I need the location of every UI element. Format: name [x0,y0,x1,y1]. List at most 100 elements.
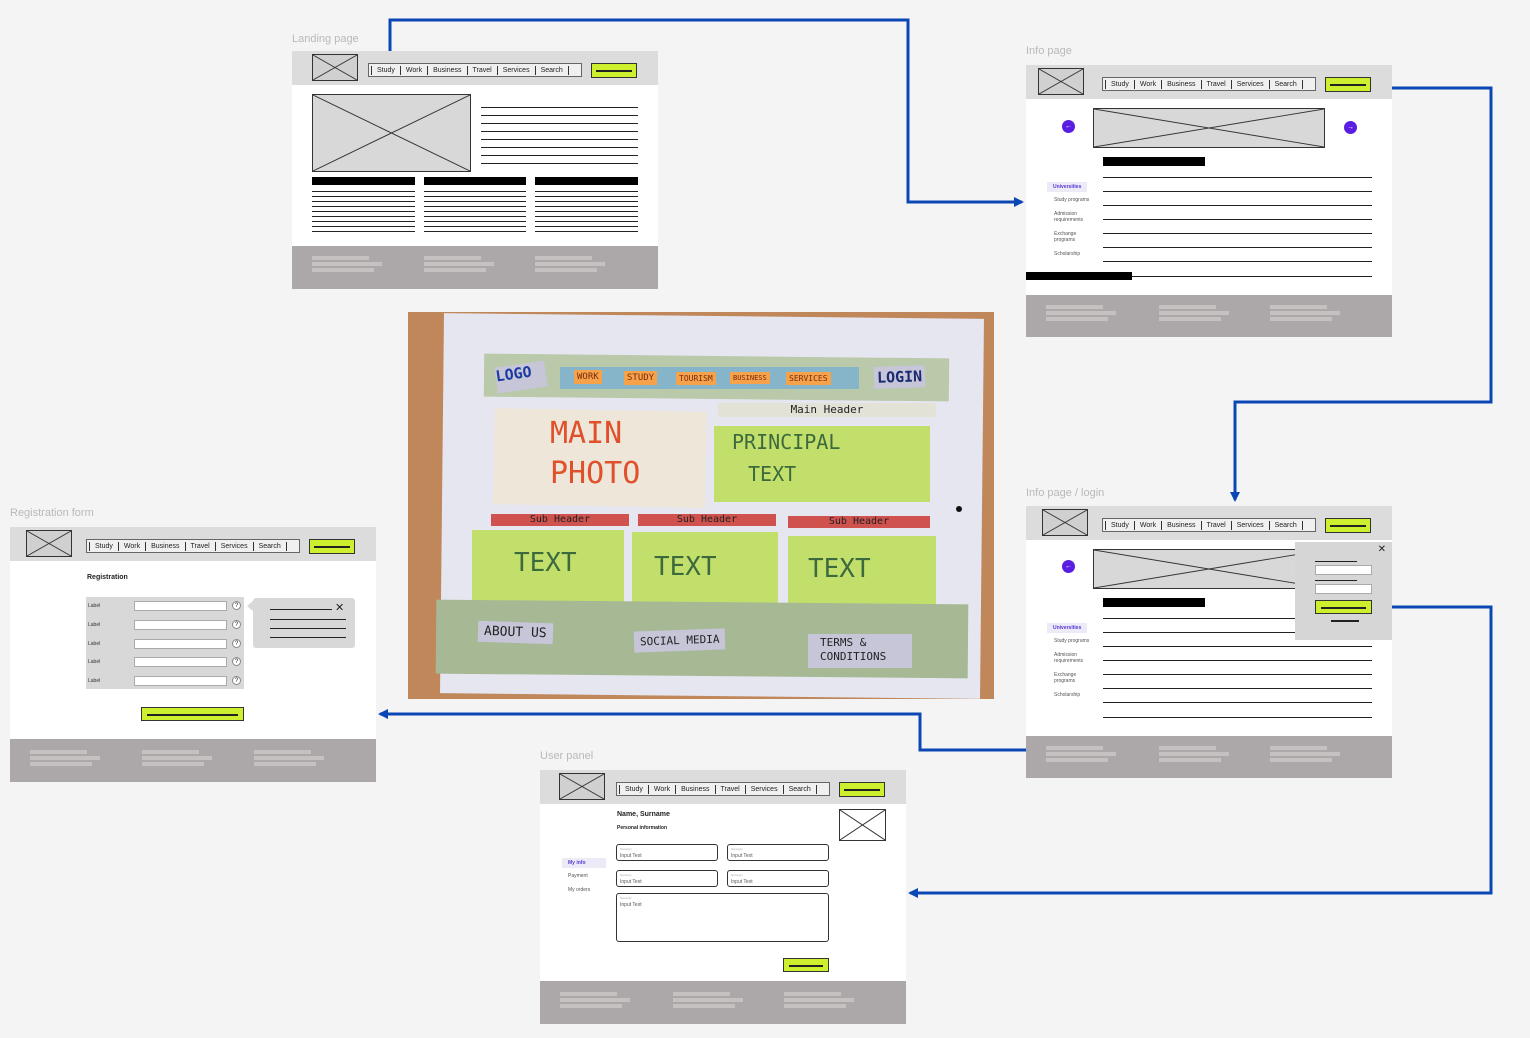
nav-search[interactable]: Search [534,65,569,75]
field-label: Label [88,659,101,665]
surname-field[interactable]: Name(s) Input Text [727,844,829,861]
sidebar-item-admission[interactable]: Admission requirements [1054,211,1098,223]
help-icon[interactable]: ? [232,620,241,629]
sidebar-item-exchange[interactable]: Exchange programs [1054,672,1098,684]
login-button[interactable] [309,539,355,554]
field-label: Label [88,641,101,647]
nav-business[interactable]: Business [1161,79,1200,89]
registration-frame-title: Registration form [10,507,94,519]
nav-travel[interactable]: Travel [714,784,745,794]
registration-heading: Registration [87,574,128,581]
sketch-nav-tourism: TOURISM [676,372,716,385]
nav-work[interactable]: Work [1133,79,1161,89]
form-input[interactable] [134,601,227,611]
nav-bar[interactable]: Study Work Business Travel Services Search [368,63,582,77]
login-submit-button[interactable] [1315,600,1372,614]
sketch-main-header: Main Header [718,403,936,417]
arrow-right-icon[interactable]: → [1344,121,1357,134]
nav-search[interactable]: Search [782,784,817,794]
save-button[interactable] [783,958,829,972]
sidebar-item-exchange[interactable]: Exchange programs [1054,231,1098,243]
nav-services[interactable]: Services [214,541,253,551]
sidebar-item-scholarship[interactable]: Scholarship [1054,251,1098,257]
help-icon[interactable]: ? [232,676,241,685]
password-input[interactable] [1315,584,1372,594]
nav-work[interactable]: Work [647,784,675,794]
close-icon[interactable]: ✕ [335,601,344,614]
help-icon[interactable]: ? [232,601,241,610]
nav-work[interactable]: Work [399,65,427,75]
login-popup: ✕ [1295,542,1392,640]
sidebar-item-payment[interactable]: Payment [568,873,588,879]
nav-business[interactable]: Business [675,784,714,794]
nav-bar[interactable]: Study Work Business Travel Services Search [1102,518,1316,532]
nav-business[interactable]: Business [427,65,466,75]
sidebar-item-admission[interactable]: Admission requirements [1054,652,1098,664]
nav-study[interactable]: Study [371,65,400,75]
arrow-left-icon[interactable]: ← [1062,120,1075,133]
name-field[interactable]: Name(s) Input Text [616,844,718,861]
nav-study[interactable]: Study [619,784,648,794]
register-submit-button[interactable] [141,707,244,721]
slider-photo-placeholder [1093,108,1325,148]
sidebar-item-study-programs[interactable]: Study programs [1054,197,1098,203]
nav-services[interactable]: Services [1230,520,1269,530]
nav-work[interactable]: Work [117,541,145,551]
nav-bar[interactable]: Study Work Business Travel Services Search [86,539,300,553]
phone-field[interactable]: Name(s) Input Text [727,870,829,887]
sub-header-bar [535,177,638,185]
login-frame-title: Info page / login [1026,487,1105,499]
nav-services[interactable]: Services [496,65,535,75]
form-input[interactable] [134,620,227,630]
email-field[interactable]: Name(s) Input Text [616,870,718,887]
nav-travel[interactable]: Travel [184,541,215,551]
nav-work[interactable]: Work [1133,520,1161,530]
nav-travel[interactable]: Travel [466,65,497,75]
header: Study Work Business Travel Services Search [540,770,906,804]
sketch-principal-line1: PRINCIPAL [732,430,841,454]
header: Study Work Business Travel Services Search [1026,506,1392,540]
nav-study[interactable]: Study [1105,520,1134,530]
sidebar-item-study-programs[interactable]: Study programs [1054,638,1098,644]
nav-bar[interactable]: Study Work Business Travel Services Search [1102,77,1316,91]
nav-search[interactable]: Search [1268,79,1303,89]
username-input[interactable] [1315,565,1372,575]
sketch-text: TEXT [654,552,717,582]
arrow-left-icon[interactable]: ← [1062,560,1075,573]
sketch-text: TEXT [514,548,577,578]
form-input[interactable] [134,657,227,667]
header: Study Work Business Travel Services Search [292,51,658,85]
sketch-nav-study: STUDY [624,371,658,385]
login-button[interactable] [1325,77,1371,92]
user-panel-frame: Study Work Business Travel Services Search Na… [540,770,906,1024]
field-label: Label [88,603,101,609]
nav-business[interactable]: Business [145,541,184,551]
login-button[interactable] [591,63,637,78]
account-button[interactable] [839,782,885,797]
paper-prototype-photo: LOGO WORK STUDY TOURISM BUSINESS SERVICE… [408,312,994,699]
nav-bar[interactable]: Study Work Business Travel Services Search [616,782,830,796]
nav-search[interactable]: Search [1268,520,1303,530]
nav-study[interactable]: Study [1105,79,1134,89]
nav-search[interactable]: Search [252,541,287,551]
nav-business[interactable]: Business [1161,520,1200,530]
sidebar-item-scholarship[interactable]: Scholarship [1054,692,1098,698]
nav-travel[interactable]: Travel [1200,520,1231,530]
close-icon[interactable]: ✕ [1378,544,1386,555]
sidebar-item-universities[interactable]: Universities [1047,623,1088,633]
help-icon[interactable]: ? [232,657,241,666]
form-input[interactable] [134,639,227,649]
nav-services[interactable]: Services [744,784,783,794]
nav-study[interactable]: Study [89,541,118,551]
nav-travel[interactable]: Travel [1200,79,1231,89]
sidebar-item-my-info[interactable]: My info [562,858,606,868]
field-label: Label [88,678,101,684]
help-icon[interactable]: ? [232,639,241,648]
notes-textarea[interactable]: Name(s) Input Text [616,893,829,942]
form-input[interactable] [134,676,227,686]
sidebar-item-universities[interactable]: Universities [1047,182,1088,192]
nav-services[interactable]: Services [1230,79,1269,89]
sketch-social: SOCIAL MEDIA [633,628,726,653]
login-button[interactable] [1325,518,1371,533]
sidebar-item-my-orders[interactable]: My orders [568,887,590,893]
